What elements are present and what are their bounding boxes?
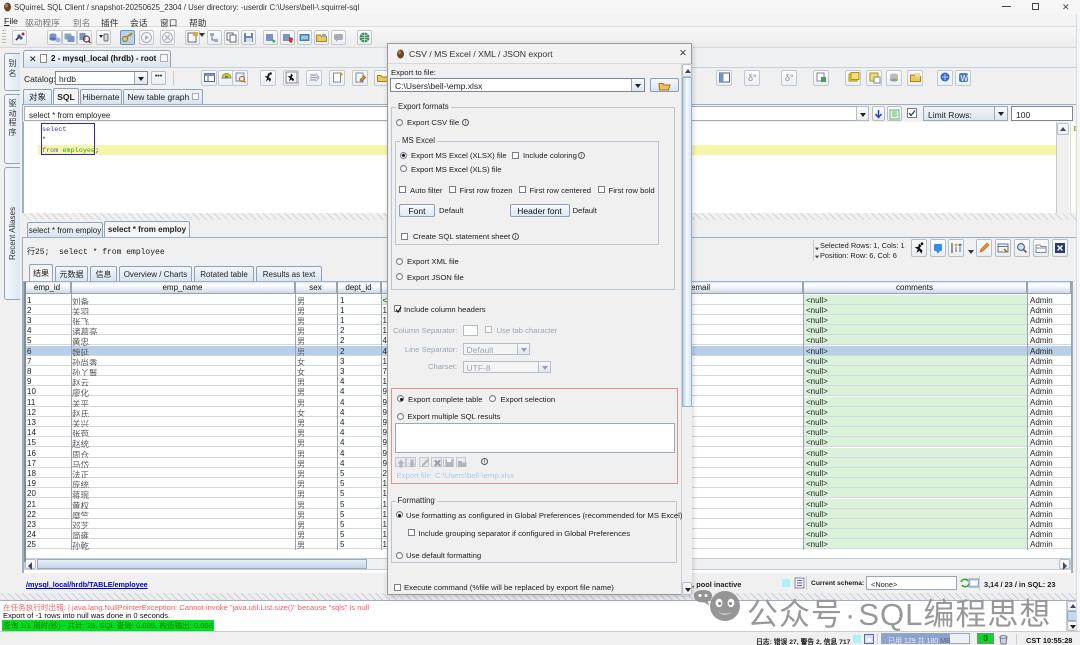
svg-text:δ°: δ° [748,73,757,83]
svg-text:δ°: δ° [785,73,794,83]
svg-text:W: W [960,74,968,83]
